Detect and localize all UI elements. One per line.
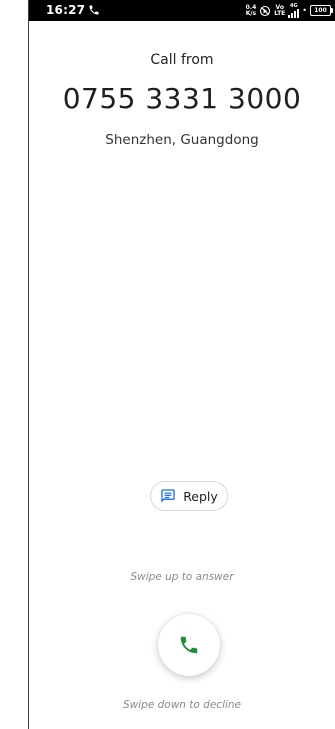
status-time: 16:27 [46,3,86,17]
network-speed: 0.4 K/s [245,3,257,17]
status-bar: 16:27 0.4 K/s Vo LTE 4G • 100 [29,0,335,21]
reply-button[interactable]: Reply [150,481,228,511]
answer-call-button[interactable] [158,614,220,676]
battery-icon: 100 [310,5,333,16]
swipe-up-hint: Swipe up to answer [130,571,234,583]
phone-icon [180,636,198,654]
swipe-down-hint: Swipe down to decline [122,699,242,711]
call-in-progress-icon [89,5,99,15]
message-icon [161,489,175,503]
call-header: Call from [150,52,214,68]
status-icons: 0.4 K/s Vo LTE 4G • 100 [245,2,333,19]
signal-icon [288,8,300,18]
reply-label: Reply [183,488,218,504]
network-gen-indicator: 4G [288,3,300,18]
caller-number: 0755 3331 3000 [62,82,302,115]
dot-separator: • [302,6,307,15]
incoming-call-screen: 16:27 0.4 K/s Vo LTE 4G • 100 Call from … [29,0,335,729]
left-bezel [0,0,29,729]
caller-location: Shenzhen, Guangdong [105,132,259,148]
volte-indicator: Vo LTE [274,3,286,17]
mute-icon [260,5,271,16]
